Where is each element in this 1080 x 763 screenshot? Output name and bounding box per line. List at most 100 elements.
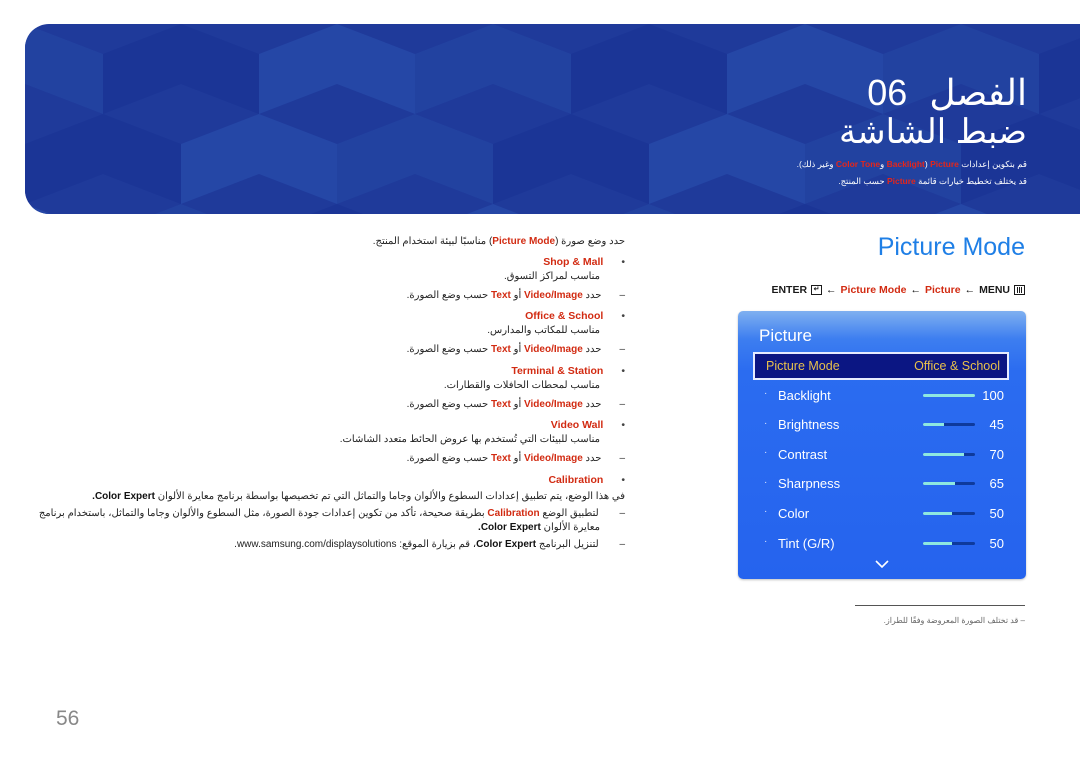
text: ) مناسبًا لبيئة استخدام المنتج. [372, 236, 493, 247]
highlight-backlight: Backlight [886, 159, 925, 169]
osd-setting-row[interactable]: · Color 50 [738, 502, 1026, 524]
setting-value: 50 [989, 535, 1004, 551]
enter-icon: ↵ [811, 285, 823, 295]
osd-setting-row[interactable]: · Brightness 45 [738, 414, 1026, 436]
setting-label: Contrast [778, 446, 828, 462]
text: بطريقة صحيحة، تأكد من تكوين إعدادات جودة… [38, 508, 485, 519]
setting-slider[interactable] [923, 393, 975, 397]
osd-setting-row[interactable]: · Sharpness 65 [738, 473, 1026, 495]
setting-label: Color [778, 505, 810, 521]
text: لتنزيل البرنامج [538, 539, 599, 550]
chevron-down-icon[interactable] [874, 559, 890, 569]
footnote-divider [855, 605, 1025, 606]
osd-setting-row[interactable]: · Tint (G/R) 50 [738, 532, 1026, 554]
mode-description: مناسب للبيئات التي تُستخدم بها عروض الحا… [339, 434, 600, 445]
chapter-banner: الفصل 06 ضبط الشاشة قم بتكوين إعدادات Pic… [25, 24, 1080, 214]
bullet-icon: • [621, 256, 625, 268]
text: وغير ذلك). [796, 159, 834, 169]
mode-name: Video Wall [550, 419, 604, 431]
text: أو [513, 453, 522, 464]
bullet-icon: • [621, 419, 625, 431]
page-number: 56 [56, 707, 80, 730]
cube-face [623, 204, 649, 214]
highlight-video-image: Video/Image [524, 453, 583, 464]
footnote-text: قد تختلف الصورة المعروضة وفقًا للطراز. [883, 616, 1019, 625]
cube-face [493, 204, 519, 214]
setting-value: 70 [989, 446, 1004, 462]
setting-value: 65 [989, 476, 1004, 492]
highlight-color-tone: Color Tone [835, 159, 881, 169]
cube-face [727, 24, 805, 114]
slider-fill [923, 423, 944, 427]
dash-mark: – [619, 539, 625, 550]
cube-face [181, 24, 259, 114]
cube-face [649, 204, 675, 214]
cube-face [467, 204, 493, 214]
mode-description: مناسب لمراكز التسوق. [503, 271, 600, 282]
cube-face [1039, 114, 1080, 190]
dash-mark: – [619, 290, 625, 301]
mode-name: Shop & Mall [543, 256, 604, 268]
osd-setting-row[interactable]: · Contrast 70 [738, 443, 1026, 465]
setting-value: 50 [989, 505, 1004, 521]
setting-label: Tint (G/R) [778, 535, 835, 551]
cube-face [337, 204, 363, 214]
highlight-picture: Picture [930, 159, 959, 169]
highlight-text: Text [491, 453, 511, 464]
cube-face [649, 114, 727, 204]
bullet-icon: • [621, 310, 625, 322]
highlight-picture-mode: Picture Mode [492, 236, 556, 247]
enter-label: ENTER [771, 284, 808, 296]
text: حسب المنتج. [838, 176, 885, 186]
cube-face [25, 114, 103, 204]
picture-osd-panel: Picture Picture Mode Office & School · Ba… [738, 311, 1026, 579]
mode-heading: • Shop & Mall [543, 256, 625, 268]
text: قد يختلف تخطيط خيارات قائمة [918, 176, 1027, 186]
text: حدد [585, 399, 602, 410]
mode-heading: • Office & School [525, 310, 625, 322]
text: حدد [585, 453, 602, 464]
highlight-picture: Picture [886, 176, 916, 186]
osd-setting-row[interactable]: · Backlight 100 [738, 384, 1026, 406]
setting-slider[interactable] [923, 423, 975, 427]
text: ( [924, 159, 928, 169]
cube-face [103, 24, 181, 114]
osd-picture-mode-row[interactable]: Picture Mode Office & School [753, 352, 1009, 380]
mode-subnote: – حدد Video/Image أو Text حسب وضع الصورة. [407, 344, 625, 355]
bold-color-expert: Color Expert [480, 522, 541, 533]
text: حدد وضع صورة ( [555, 236, 625, 247]
cube-face [961, 204, 987, 214]
text: أو [513, 344, 522, 355]
cube-face [493, 24, 571, 114]
setting-slider[interactable] [923, 482, 975, 486]
text: حسب وضع الصورة. [406, 399, 489, 410]
highlight-calibration: Calibration [487, 508, 540, 519]
setting-label: Backlight [778, 387, 831, 403]
text: أو [513, 290, 522, 301]
bullet-icon: · [764, 447, 768, 459]
cube-face [259, 114, 337, 204]
setting-value: 45 [989, 417, 1004, 433]
mode-heading-calibration: • Calibration [548, 474, 625, 486]
text: حدد [585, 290, 602, 301]
mode-heading: • Video Wall [551, 419, 625, 431]
menu-icon [1014, 285, 1025, 295]
bold-color-expert: Color Expert [476, 539, 537, 550]
highlight-video-image: Video/Image [524, 344, 583, 355]
setting-slider[interactable] [923, 511, 975, 515]
mode-description: مناسب لمحطات الحافلات والقطارات. [443, 380, 600, 391]
setting-slider[interactable] [923, 541, 975, 545]
dash-mark: – [1020, 616, 1025, 625]
chapter-label: الفصل [929, 72, 1027, 113]
menu-label: MENU [979, 284, 1010, 296]
setting-slider[interactable] [923, 452, 975, 456]
calibration-note-2: – لتنزيل البرنامج Color Expert، قم بزيار… [234, 539, 625, 550]
setting-label: Sharpness [778, 476, 841, 492]
cube-face [935, 204, 961, 214]
text: ، قم بزيارة الموقع: www.samsung.com/disp… [234, 539, 477, 550]
slider-fill [923, 511, 952, 515]
cube-face [727, 114, 805, 204]
footnote: – قد تختلف الصورة المعروضة وفقًا للطراز. [884, 616, 1025, 625]
nav-picture-mode: Picture Mode [840, 284, 907, 296]
cube-face [1039, 204, 1080, 214]
